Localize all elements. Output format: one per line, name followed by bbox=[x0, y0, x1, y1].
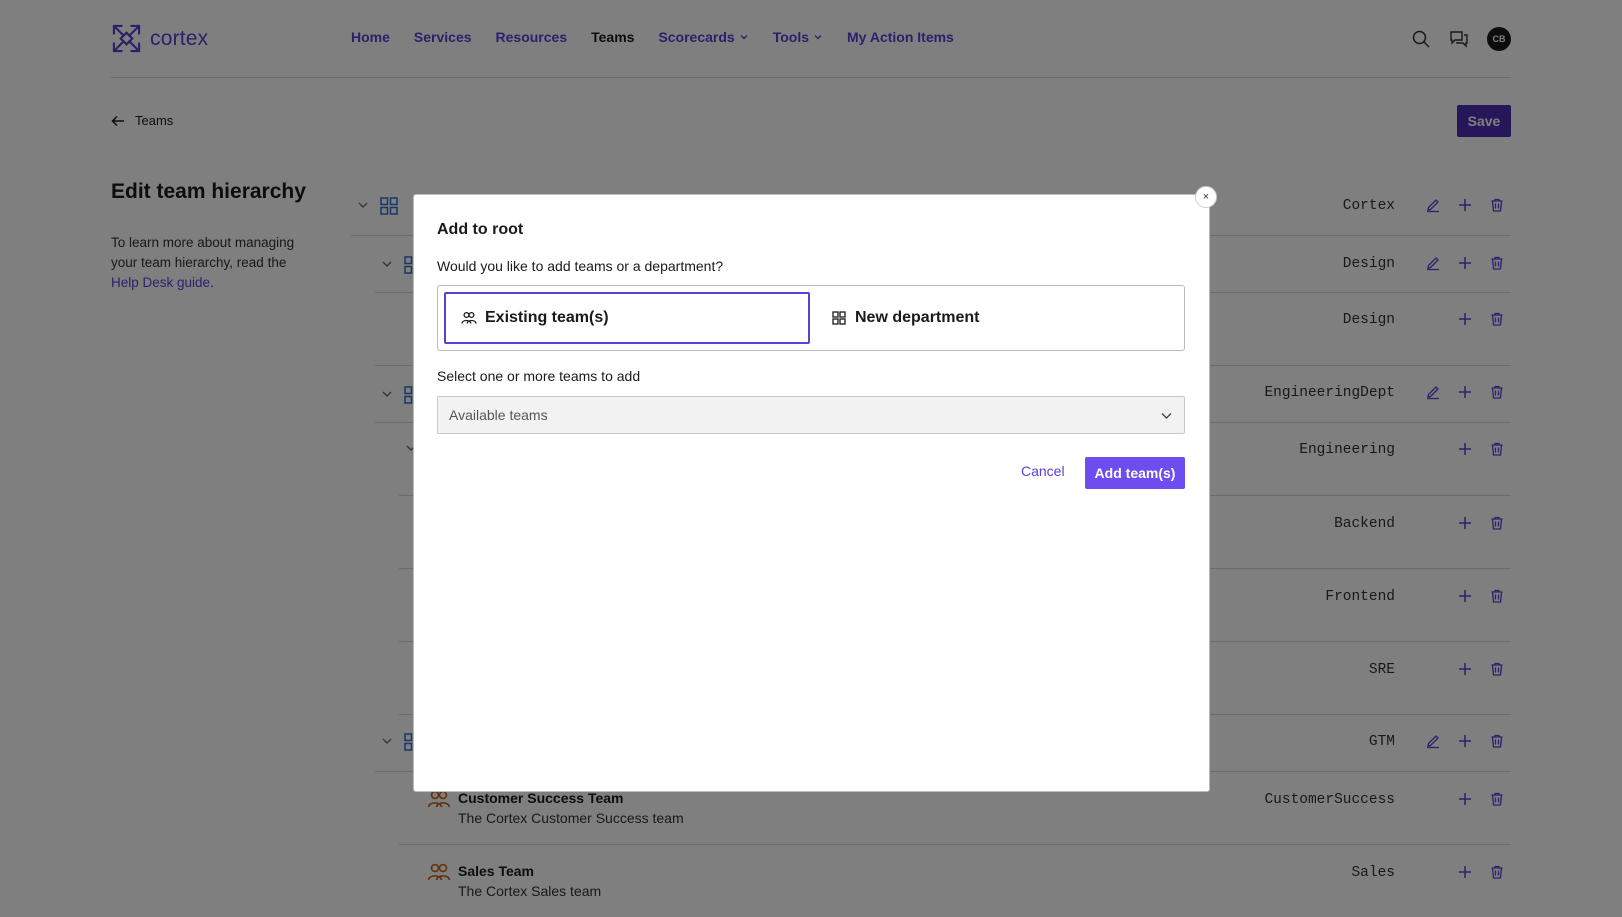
chevron-down-icon bbox=[1161, 412, 1172, 419]
option-existing-teams[interactable]: Existing team(s) bbox=[444, 292, 810, 344]
close-icon[interactable]: × bbox=[1195, 186, 1217, 208]
department-grid-icon bbox=[832, 311, 846, 325]
add-to-root-modal: Add to root Would you like to add teams … bbox=[413, 194, 1210, 792]
add-type-toggle: Existing team(s) New department bbox=[437, 285, 1185, 351]
team-icon bbox=[461, 311, 477, 324]
cancel-button[interactable]: Cancel bbox=[1021, 463, 1065, 479]
add-teams-button[interactable]: Add team(s) bbox=[1085, 457, 1185, 489]
option-new-department[interactable]: New department bbox=[814, 292, 1174, 344]
select-placeholder: Available teams bbox=[449, 407, 548, 423]
available-teams-select[interactable]: Available teams bbox=[437, 396, 1185, 434]
modal-title: Add to root bbox=[437, 221, 524, 238]
modal-question: Would you like to add teams or a departm… bbox=[437, 258, 724, 274]
teams-select-label: Select one or more teams to add bbox=[437, 368, 641, 384]
